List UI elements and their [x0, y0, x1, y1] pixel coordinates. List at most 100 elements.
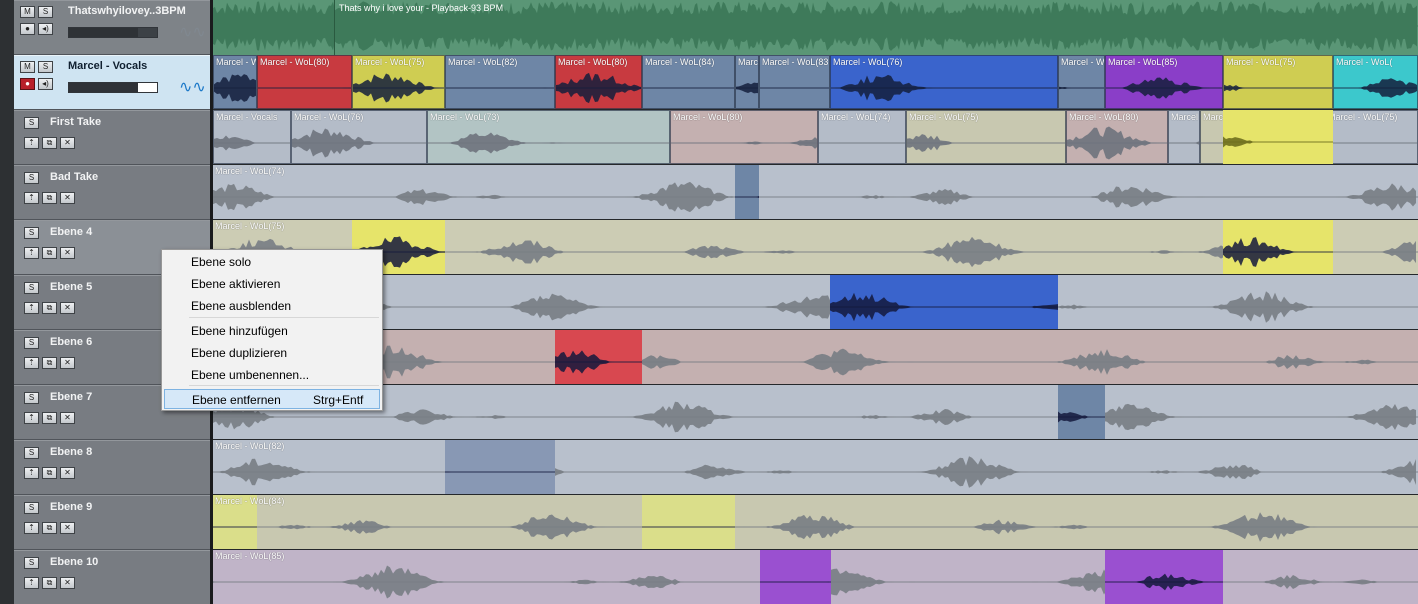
take-clip[interactable]: Marcel - WoL(76)	[291, 110, 427, 164]
layer-header[interactable]: S Ebene 8 ⇡ ⧉ ✕	[14, 440, 210, 495]
active-take-segment[interactable]	[555, 330, 642, 384]
layer-up-button[interactable]: ⇡	[24, 357, 39, 369]
active-take-segment[interactable]	[1058, 385, 1105, 439]
monitor-button[interactable]: ◂)	[38, 23, 53, 35]
layer-solo-button[interactable]: S	[24, 337, 39, 349]
layer-up-button[interactable]: ⇡	[24, 412, 39, 424]
take-clip[interactable]: Marcel - WoL(80)	[670, 110, 818, 164]
layer-name[interactable]: Ebene 9	[50, 501, 92, 513]
active-take-segment[interactable]	[1223, 220, 1333, 274]
mute-button[interactable]: M	[20, 6, 35, 18]
layer-solo-button[interactable]: S	[24, 392, 39, 404]
layer-header[interactable]: S First Take ⇡ ⧉ ✕	[14, 110, 210, 165]
comp-clip[interactable]: Marcel - WoL(85)	[1105, 55, 1223, 109]
layer-solo-button[interactable]: S	[24, 502, 39, 514]
layer-name[interactable]: Bad Take	[50, 171, 98, 183]
menu-item[interactable]: Ebene duplizieren	[164, 343, 380, 363]
menu-item[interactable]: Ebene entfernen Strg+Entf	[164, 389, 380, 409]
record-arm-button[interactable]: ●	[20, 78, 35, 90]
layer-lane[interactable]: Marcel - WoL(84)	[213, 495, 1418, 550]
layer-up-button[interactable]: ⇡	[24, 137, 39, 149]
layer-duplicate-button[interactable]: ⧉	[42, 467, 57, 479]
comp-clip[interactable]: Marcel - WoL(84)	[642, 55, 735, 109]
comp-clip[interactable]: Marcel - WoL(80)	[257, 55, 352, 109]
active-take-segment[interactable]	[1223, 110, 1333, 164]
comp-clip[interactable]: Marce	[735, 55, 759, 109]
take-clip[interactable]: Marcel - WoL(74)	[818, 110, 906, 164]
comp-clip[interactable]: Marcel - WoL(	[1333, 55, 1418, 109]
comp-clip[interactable]: Marcel - WoL(83	[759, 55, 830, 109]
layer-duplicate-button[interactable]: ⧉	[42, 412, 57, 424]
comp-clip[interactable]: Marcel - WoL(82)	[445, 55, 555, 109]
mute-button[interactable]: M	[20, 61, 35, 73]
layer-remove-button[interactable]: ✕	[60, 247, 75, 259]
layer-header[interactable]: S Ebene 10 ⇡ ⧉ ✕	[14, 550, 210, 604]
layer-remove-button[interactable]: ✕	[60, 522, 75, 534]
comp-clip[interactable]: Marcel - WoL(80)	[555, 55, 642, 109]
layer-lane[interactable]	[213, 385, 1418, 440]
layer-duplicate-button[interactable]: ⧉	[42, 137, 57, 149]
layer-lane[interactable]: Marcel - WoL(75)	[213, 220, 1418, 275]
menu-item[interactable]: Ebene solo	[164, 252, 380, 272]
layer-lane[interactable]	[213, 330, 1418, 385]
layer-solo-button[interactable]: S	[24, 172, 39, 184]
take-clip[interactable]: Marcel - WoL(73)	[427, 110, 670, 164]
playback-lane[interactable]: Thats why i love your - Playback-93 BPM	[213, 0, 1418, 56]
take-clip[interactable]: Marcel	[1168, 110, 1200, 164]
layer-up-button[interactable]: ⇡	[24, 192, 39, 204]
layer-remove-button[interactable]: ✕	[60, 357, 75, 369]
layer-solo-button[interactable]: S	[24, 117, 39, 129]
layer-solo-button[interactable]: S	[24, 447, 39, 459]
active-take-segment[interactable]	[445, 440, 555, 494]
menu-item[interactable]: Ebene aktivieren	[164, 274, 380, 294]
take-clip[interactable]: Marcel - WoL(80)	[1066, 110, 1168, 164]
comp-clip[interactable]: Marcel - W	[213, 55, 257, 109]
layer-up-button[interactable]: ⇡	[24, 302, 39, 314]
solo-button[interactable]: S	[38, 6, 53, 18]
active-take-segment[interactable]	[830, 275, 1058, 329]
active-take-segment[interactable]	[760, 550, 831, 604]
layer-remove-button[interactable]: ✕	[60, 192, 75, 204]
monitor-button[interactable]: ◂)	[38, 78, 53, 90]
layer-solo-button[interactable]: S	[24, 282, 39, 294]
layer-name[interactable]: Ebene 7	[50, 391, 92, 403]
layer-lane[interactable]: Marcel - WoL(82)	[213, 440, 1418, 495]
active-take-segment[interactable]	[1105, 550, 1223, 604]
active-take-segment[interactable]	[642, 495, 735, 549]
comp-clip[interactable]: Marcel - WoL(76)	[830, 55, 1058, 109]
comp-clip[interactable]: Marcel - WoL(75)	[352, 55, 445, 109]
volume-slider[interactable]	[68, 82, 158, 93]
layer-header[interactable]: S Ebene 9 ⇡ ⧉ ✕	[14, 495, 210, 550]
layer-solo-button[interactable]: S	[24, 227, 39, 239]
menu-item[interactable]: Ebene ausblenden	[164, 296, 380, 316]
track-header-playback[interactable]: M S ● ◂) Thatswhyilovey..3BPM ∿∿	[14, 0, 210, 55]
layer-duplicate-button[interactable]: ⧉	[42, 522, 57, 534]
layer-up-button[interactable]: ⇡	[24, 577, 39, 589]
layer-lane[interactable]: Marcel - Vocals Marcel - WoL(76) Marcel - …	[213, 110, 1418, 165]
layer-name[interactable]: Ebene 8	[50, 446, 92, 458]
take-clip[interactable]: Marcel - WoL(75)	[1325, 110, 1418, 164]
layer-up-button[interactable]: ⇡	[24, 522, 39, 534]
layer-remove-button[interactable]: ✕	[60, 412, 75, 424]
layer-name[interactable]: Ebene 5	[50, 281, 92, 293]
active-take-segment[interactable]	[735, 165, 759, 219]
layer-duplicate-button[interactable]: ⧉	[42, 247, 57, 259]
menu-item[interactable]: Ebene umbenennen...	[164, 365, 380, 385]
layer-lane[interactable]: Marcel - WoL(85)	[213, 550, 1418, 604]
layer-duplicate-button[interactable]: ⧉	[42, 302, 57, 314]
record-arm-button[interactable]: ●	[20, 23, 35, 35]
layer-remove-button[interactable]: ✕	[60, 467, 75, 479]
track-name[interactable]: Thatswhyilovey..3BPM	[68, 5, 186, 17]
layer-solo-button[interactable]: S	[24, 557, 39, 569]
layer-remove-button[interactable]: ✕	[60, 137, 75, 149]
track-header-vocals[interactable]: M S ● ◂) Marcel - Vocals ∿∿	[14, 55, 210, 110]
comp-clip[interactable]: Marcel - WoL(75)	[1223, 55, 1333, 109]
layer-header[interactable]: S Bad Take ⇡ ⧉ ✕	[14, 165, 210, 220]
solo-button[interactable]: S	[38, 61, 53, 73]
layer-duplicate-button[interactable]: ⧉	[42, 577, 57, 589]
layer-remove-button[interactable]: ✕	[60, 577, 75, 589]
layer-up-button[interactable]: ⇡	[24, 467, 39, 479]
menu-item[interactable]: Ebene hinzufügen	[164, 321, 380, 341]
layer-lane[interactable]: Marcel - WoL(74)	[213, 165, 1418, 220]
layer-name[interactable]: Ebene 4	[50, 226, 92, 238]
